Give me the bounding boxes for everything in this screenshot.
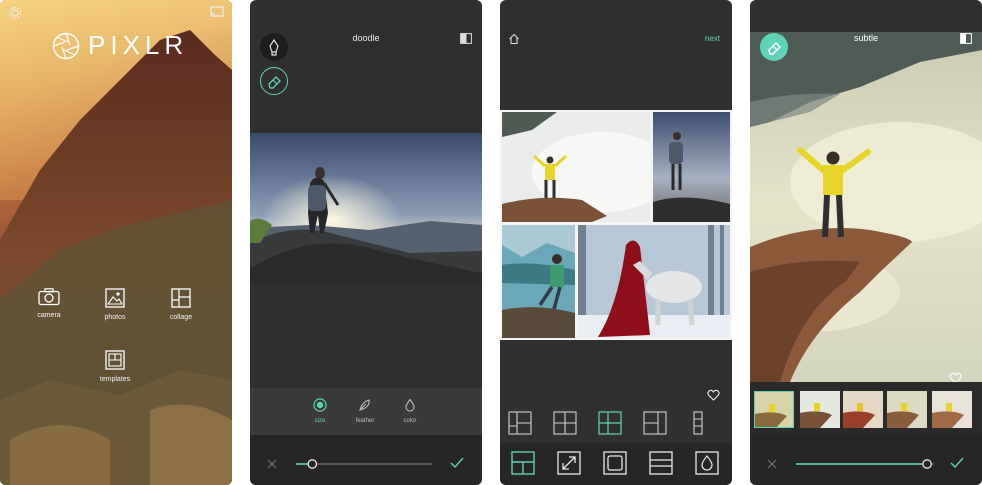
photos-action[interactable]: photos — [80, 288, 150, 321]
layout-option-5-icon[interactable] — [693, 411, 703, 435]
red-cloak-wolf-image — [578, 225, 730, 338]
layout-option-1-icon[interactable] — [508, 411, 532, 435]
filter-preview-image — [887, 391, 927, 428]
size-label: size — [314, 418, 326, 424]
border-mode-icon[interactable] — [603, 451, 627, 475]
doodle-photo[interactable] — [250, 133, 482, 283]
camera-action[interactable]: camera — [14, 288, 84, 319]
aperture-icon — [52, 32, 80, 59]
collage-cell-2[interactable] — [653, 112, 730, 222]
cliff-above-clouds-image — [750, 32, 982, 382]
templates-action[interactable]: templates — [80, 350, 150, 383]
cancel-x-icon[interactable] — [267, 459, 277, 469]
lake-traveler-image — [502, 225, 575, 338]
collage-canvas — [500, 110, 732, 340]
filter-bottom-bar — [750, 434, 982, 485]
cast-icon[interactable] — [210, 6, 224, 18]
home-icon[interactable] — [508, 33, 520, 45]
filter-preview-image — [800, 391, 840, 428]
filter-thumbnail-strip — [750, 382, 982, 434]
color-tool[interactable]: color — [390, 398, 430, 424]
feather-label: feather — [355, 418, 375, 424]
compare-icon[interactable] — [960, 33, 972, 44]
spacing-mode-icon[interactable] — [649, 451, 673, 475]
photos-label: photos — [104, 314, 126, 321]
filter-title: subtle — [853, 33, 879, 43]
brand-name: PIXLR — [88, 30, 189, 60]
hiker-at-sunset-image — [250, 133, 482, 283]
brush-size-slider[interactable] — [294, 457, 434, 471]
collage-label: collage — [169, 314, 193, 321]
slider-knob[interactable] — [307, 459, 318, 469]
filter-thumbnail[interactable] — [887, 391, 927, 428]
filter-photo[interactable] — [750, 32, 982, 382]
cliff-fog-image — [502, 112, 650, 222]
color-label: color — [403, 418, 417, 424]
doodle-toolbar: size feather color — [250, 388, 482, 435]
resize-mode-icon[interactable] — [557, 451, 581, 475]
home-screen: PIXLR camera photos collage templates — [0, 0, 232, 485]
layout-mode-icon[interactable] — [511, 451, 535, 475]
layout-option-2-icon[interactable] — [553, 411, 577, 435]
background-color-mode-icon[interactable] — [695, 451, 719, 475]
collage-icon — [171, 288, 191, 308]
eraser-button[interactable] — [260, 67, 288, 95]
doodle-screen: doodle size feather color — [250, 0, 482, 485]
collage-cell-1[interactable] — [502, 112, 650, 222]
eraser-icon — [268, 76, 281, 89]
collage-mode-bar — [500, 443, 732, 485]
cancel-x-icon[interactable] — [767, 459, 777, 469]
size-icon — [313, 398, 327, 412]
collage-screen: next — [500, 0, 732, 485]
templates-icon — [105, 350, 125, 370]
favorite-heart-icon[interactable] — [707, 389, 720, 401]
camera-icon — [38, 288, 60, 306]
feather-icon — [359, 399, 370, 411]
camera-label: camera — [37, 312, 61, 319]
filter-thumbnail-selected[interactable] — [754, 391, 794, 428]
collage-cell-3[interactable] — [502, 225, 575, 338]
confirm-check-icon[interactable] — [950, 457, 964, 469]
mountain-illustration — [0, 0, 232, 485]
brush-icon — [269, 38, 279, 56]
hiker-sunset-image — [653, 112, 730, 222]
brush-button[interactable] — [260, 33, 288, 61]
doodle-bottom-bar — [250, 435, 482, 485]
filter-preview-image — [843, 391, 883, 428]
next-button[interactable]: next — [705, 34, 720, 43]
filter-screen: subtle — [750, 0, 982, 485]
size-tool[interactable]: size — [300, 398, 340, 424]
filter-preview-image — [932, 391, 972, 428]
filter-thumbnail[interactable] — [932, 391, 972, 428]
photos-icon — [105, 288, 125, 308]
layout-picker — [500, 405, 732, 443]
filter-preview-image — [755, 392, 793, 427]
settings-gear-icon[interactable] — [8, 6, 22, 20]
layout-option-3-icon[interactable] — [598, 411, 622, 435]
filter-thumbnail[interactable] — [843, 391, 883, 428]
slider-knob[interactable] — [922, 459, 932, 469]
collage-cell-4[interactable] — [578, 225, 730, 338]
feather-tool[interactable]: feather — [345, 398, 385, 424]
confirm-check-icon[interactable] — [450, 457, 464, 469]
compare-icon[interactable] — [460, 33, 472, 44]
filter-strength-slider[interactable] — [794, 457, 939, 471]
pixlr-logo: PIXLR — [52, 30, 188, 61]
color-drop-icon — [405, 398, 415, 412]
templates-label: templates — [99, 376, 131, 383]
layout-option-4-icon[interactable] — [643, 411, 667, 435]
filter-thumbnail[interactable] — [800, 391, 840, 428]
collage-action[interactable]: collage — [146, 288, 216, 321]
